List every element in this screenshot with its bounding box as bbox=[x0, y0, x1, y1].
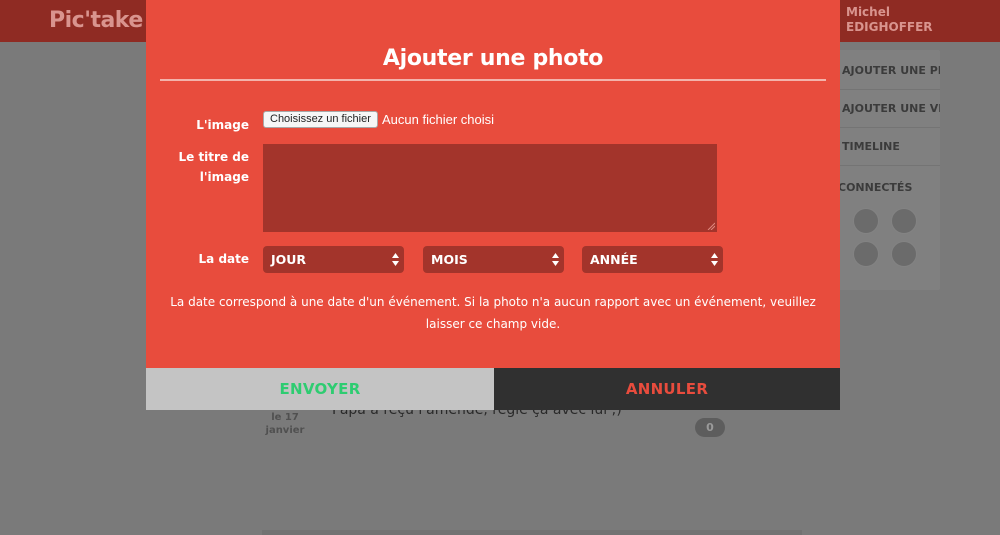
user-first-name: Michel bbox=[846, 5, 890, 19]
year-select-value: ANNÉE bbox=[590, 252, 638, 267]
avatar[interactable] bbox=[853, 208, 879, 234]
image-title-label-line2: l'image bbox=[199, 170, 249, 184]
day-select[interactable]: JOUR bbox=[263, 246, 404, 273]
image-label: L'image bbox=[196, 118, 249, 132]
title-divider bbox=[160, 79, 826, 81]
select-arrows-icon bbox=[552, 253, 559, 266]
image-title-input[interactable] bbox=[263, 144, 717, 232]
image-title-label: Le titre de l'image bbox=[146, 147, 249, 187]
select-arrows-icon bbox=[711, 253, 718, 266]
year-select[interactable]: ANNÉE bbox=[582, 246, 723, 273]
add-photo-modal: Ajouter une photo L'image Choisissez un … bbox=[146, 0, 840, 410]
select-arrows-icon bbox=[392, 253, 399, 266]
cancel-button[interactable]: ANNULER bbox=[494, 368, 840, 410]
user-last-name: EDIGHOFFER bbox=[846, 20, 933, 34]
avatar[interactable] bbox=[853, 241, 879, 267]
comment-count-bubble[interactable]: 0 bbox=[695, 418, 725, 437]
avatar[interactable] bbox=[891, 208, 917, 234]
post-date-day: le 17 bbox=[271, 412, 299, 423]
month-select-value: MOIS bbox=[431, 252, 468, 267]
modal-title: Ajouter une photo bbox=[382, 46, 604, 71]
date-hint-text: La date correspond à une date d'un événe… bbox=[170, 295, 816, 331]
image-title-label-line1: Le titre de bbox=[178, 150, 249, 164]
post-date: le 17 janvier bbox=[262, 411, 308, 437]
post-date-month: janvier bbox=[265, 425, 305, 436]
day-select-value: JOUR bbox=[271, 252, 307, 267]
file-status-text: Aucun fichier choisi bbox=[382, 112, 494, 127]
avatar[interactable] bbox=[891, 241, 917, 267]
next-post-edge bbox=[262, 530, 802, 535]
month-select[interactable]: MOIS bbox=[423, 246, 564, 273]
connected-users-heading: CONNECTÉS bbox=[838, 181, 913, 194]
send-button[interactable]: ENVOYER bbox=[146, 368, 494, 410]
brand-logo[interactable]: Pic'take bbox=[49, 8, 143, 33]
user-name[interactable]: Michel EDIGHOFFER bbox=[846, 5, 933, 35]
choose-file-button[interactable]: Choisissez un fichier bbox=[263, 111, 378, 128]
date-label: La date bbox=[198, 252, 249, 266]
